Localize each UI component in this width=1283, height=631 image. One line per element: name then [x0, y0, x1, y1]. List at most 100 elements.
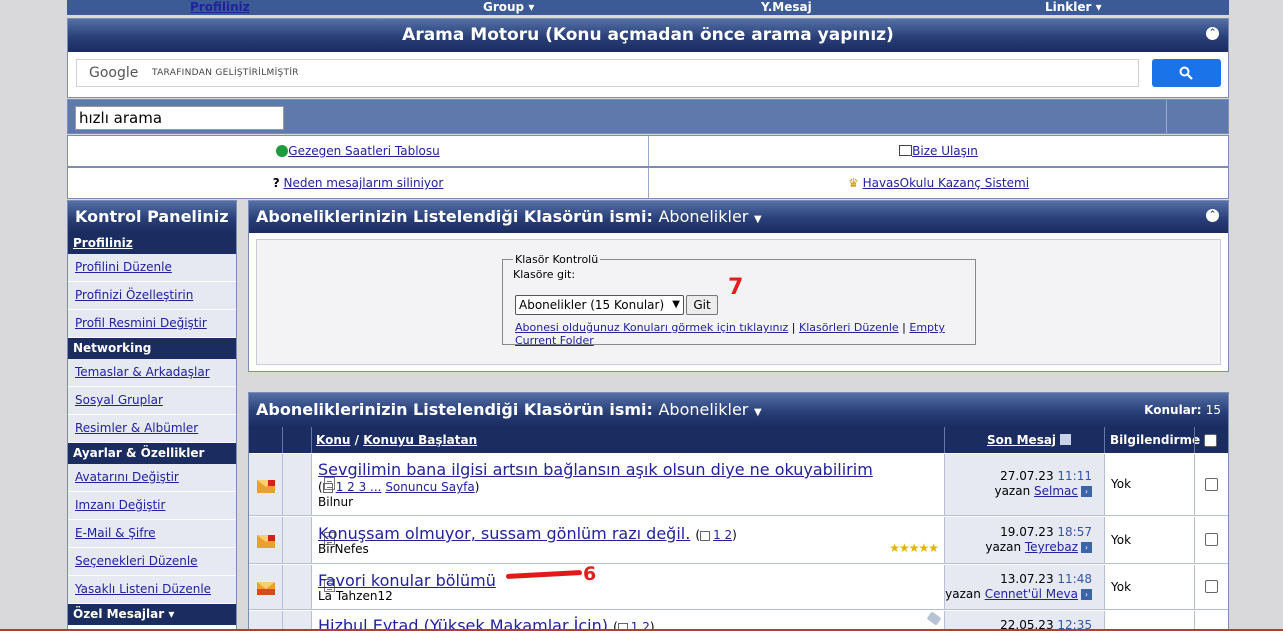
google-search-button[interactable]: [1152, 59, 1221, 87]
sidebar-item-email[interactable]: E-Mail & Şifre: [68, 520, 236, 548]
sidebar-item-sosyal[interactable]: Sosyal Gruplar: [68, 387, 236, 415]
sidebar-section-networking: Networking: [68, 338, 236, 359]
search-engine-panel: Arama Motoru (Konu açmadan önce arama ya…: [67, 18, 1229, 98]
chevron-down-icon[interactable]: ▼: [754, 407, 762, 418]
sort-icon[interactable]: [1060, 434, 1072, 445]
sidebar-item-avatar[interactable]: Avatarını Değiştir: [68, 464, 236, 492]
last-user-link[interactable]: Cennet'ül Meva: [985, 587, 1078, 601]
sidebar-item-yasakli[interactable]: Yasaklı Listeni Düzenle: [68, 576, 236, 604]
go-to-last-post-icon[interactable]: ›: [1081, 486, 1092, 497]
nav-linkler[interactable]: Linkler ▾: [1045, 0, 1102, 14]
collapse-icon[interactable]: ⌃: [1206, 209, 1219, 222]
thread-pages: (1 2 3 ... Sonuncu Sayfa): [318, 480, 480, 494]
last-post-cell: 27.07.23 11:11 yazan Selmac ›: [945, 454, 1104, 515]
link-row-2: ? Neden mesajlarım siliniyor ♛ HavasOkul…: [67, 167, 1229, 199]
bilgi-header: Bilgilendirme: [1110, 433, 1201, 447]
folder-name[interactable]: Abonelikler: [658, 207, 748, 226]
thread-pages[interactable]: 1 2: [713, 528, 732, 542]
notify-status: Yok: [1111, 580, 1132, 594]
google-logo: Google: [89, 65, 139, 81]
top-nav: Profiliniz Group ▾ Y.Mesaj Linkler ▾: [67, 0, 1229, 15]
threads-panel: Aboneliklerinizin Listelendiği Klasörün …: [248, 392, 1229, 631]
quick-search-input[interactable]: hızlı arama: [75, 106, 284, 130]
notify-status: Yok: [1111, 533, 1132, 547]
last-user-link[interactable]: Selmac: [1034, 484, 1078, 498]
folder-name[interactable]: Abonelikler: [658, 400, 748, 419]
sidebar-title: Kontrol Paneliniz: [68, 201, 236, 233]
edit-folders-link[interactable]: Klasörleri Düzenle: [799, 321, 899, 334]
sidebar-item-resimler[interactable]: Resimler & Albümler: [68, 415, 236, 443]
sort-son-mesaj[interactable]: Son Mesaj: [987, 433, 1056, 447]
search-engine-header: Arama Motoru (Konu açmadan önce arama ya…: [68, 19, 1228, 52]
question-icon: ?: [272, 176, 280, 190]
sidebar-item-imza[interactable]: Imzanı Değiştir: [68, 492, 236, 520]
folder-select[interactable]: Abonelikler (15 Konular) ▼: [515, 295, 684, 315]
thread-row: Hizbul Eytad (Yüksek Makamlar İçin) (1 2…: [249, 611, 1228, 630]
envelope-hot-icon: [257, 480, 275, 493]
last-post-cell: 22.05.23 12:35: [945, 611, 1104, 630]
select-all-checkbox[interactable]: [1204, 434, 1217, 447]
chevron-down-icon[interactable]: ▼: [754, 214, 762, 225]
thread-author: La Tahzen12: [318, 589, 393, 603]
folder-panel-title: Aboneliklerinizin Listelendiği Klasörün …: [256, 207, 647, 226]
notify-status: Yok: [1111, 477, 1132, 491]
rating-stars: ★★★★★: [889, 541, 939, 555]
collapse-icon[interactable]: ⌃: [1206, 27, 1219, 40]
link-row-1: Gezegen Saatleri Tablosu Bize Ulaşın: [67, 135, 1229, 167]
annotation-6: 6: [583, 563, 597, 585]
fieldset-legend: Klasör Kontrolü: [515, 253, 599, 266]
go-to-last-post-icon[interactable]: ›: [1081, 542, 1092, 553]
quick-search-row: hızlı arama: [67, 99, 1229, 134]
havasokulu-link[interactable]: HavasOkulu Kazanç Sistemi: [863, 176, 1029, 190]
thread-title[interactable]: Favori konular bölümü: [318, 571, 496, 590]
go-to-last-post-icon[interactable]: ›: [1081, 589, 1092, 600]
pages-icon: [322, 482, 333, 493]
neden-link[interactable]: Neden mesajlarım siliniyor: [283, 176, 443, 190]
folder-panel-header: Aboneliklerinizin Listelendiği Klasörün …: [249, 201, 1228, 233]
thread-row: Konuşsam olmuyor, sussam gönlüm razı değ…: [249, 517, 1228, 564]
folder-panel-body: Klasör Kontrolü Klasöre git: Abonelikler…: [256, 239, 1221, 365]
trophy-icon: ♛: [847, 176, 859, 190]
sidebar-section-ayarlar: Ayarlar & Özellikler: [68, 443, 236, 464]
last-post-cell: 19.07.23 18:57 yazan Teyrebaz ›: [945, 517, 1104, 563]
subscribed-link[interactable]: Abonesi olduğunuz Konuları görmek için t…: [515, 321, 788, 334]
envelope-hot-icon: [257, 535, 275, 548]
sidebar-item-profil-duzenle[interactable]: Profilini Düzenle: [68, 254, 236, 282]
mail-icon: [899, 145, 913, 156]
thread-checkbox[interactable]: [1205, 478, 1218, 491]
pages-icon: [700, 530, 711, 541]
tag-icon: [926, 611, 942, 626]
sidebar-item-secenekler[interactable]: Seçenekleri Düzenle: [68, 548, 236, 576]
sort-konu[interactable]: Konu: [316, 433, 350, 447]
thread-count: Konular: 15: [1144, 403, 1221, 417]
last-post-cell: 13.07.23 11:48 yazan Cennet'ül Meva ›: [945, 565, 1104, 609]
thread-title[interactable]: Konuşsam olmuyor, sussam gönlüm razı değ…: [318, 524, 690, 543]
sidebar-section-ozel-mesajlar[interactable]: Özel Mesajlar ▾: [68, 604, 236, 625]
thread-author: BirNefes: [318, 542, 369, 556]
google-search-input[interactable]: Google TARAFINDAN GELİŞTİRİLMİŞTİR: [76, 59, 1139, 87]
threads-table-header: Konu / Konuyu Başlatan Son Mesaj Bilgile…: [249, 427, 1228, 453]
nav-ymesaj[interactable]: Y.Mesaj: [761, 0, 812, 14]
thread-checkbox[interactable]: [1205, 580, 1218, 593]
thread-author: Bilnur: [318, 495, 354, 509]
gezegen-link[interactable]: Gezegen Saatleri Tablosu: [288, 144, 439, 158]
chevron-down-icon: ▼: [672, 299, 680, 310]
thread-title[interactable]: Sevgilimin bana ilgisi artsın bağlansın …: [318, 460, 873, 479]
last-user-link[interactable]: Teyrebaz: [1025, 540, 1078, 554]
threads-panel-header: Aboneliklerinizin Listelendiği Klasörün …: [249, 393, 1228, 427]
nav-profiliniz[interactable]: Profiliniz: [190, 0, 250, 14]
envelope-icon: [257, 582, 275, 595]
sidebar-section-profiliniz[interactable]: Profiliniz: [68, 233, 236, 254]
git-button[interactable]: Git: [686, 295, 718, 315]
nav-group[interactable]: Group ▾: [483, 0, 534, 14]
last-page-link[interactable]: Sonuncu Sayfa: [385, 480, 474, 494]
bize-ulasin-link[interactable]: Bize Ulaşın: [912, 144, 978, 158]
thread-checkbox[interactable]: [1205, 533, 1218, 546]
thread-row: Sevgilimin bana ilgisi artsın bağlansın …: [249, 454, 1228, 516]
sidebar-item-temaslar[interactable]: Temaslar & Arkadaşlar: [68, 359, 236, 387]
search-engine-title: Arama Motoru (Konu açmadan önce arama ya…: [402, 25, 894, 45]
sidebar-item-profil-resmi[interactable]: Profil Resmini Değiştir: [68, 310, 236, 338]
globe-icon: [276, 145, 289, 157]
sort-baslatan[interactable]: Konuyu Başlatan: [363, 433, 477, 447]
sidebar-item-ozellestir[interactable]: Profinizi Özelleştirin: [68, 282, 236, 310]
